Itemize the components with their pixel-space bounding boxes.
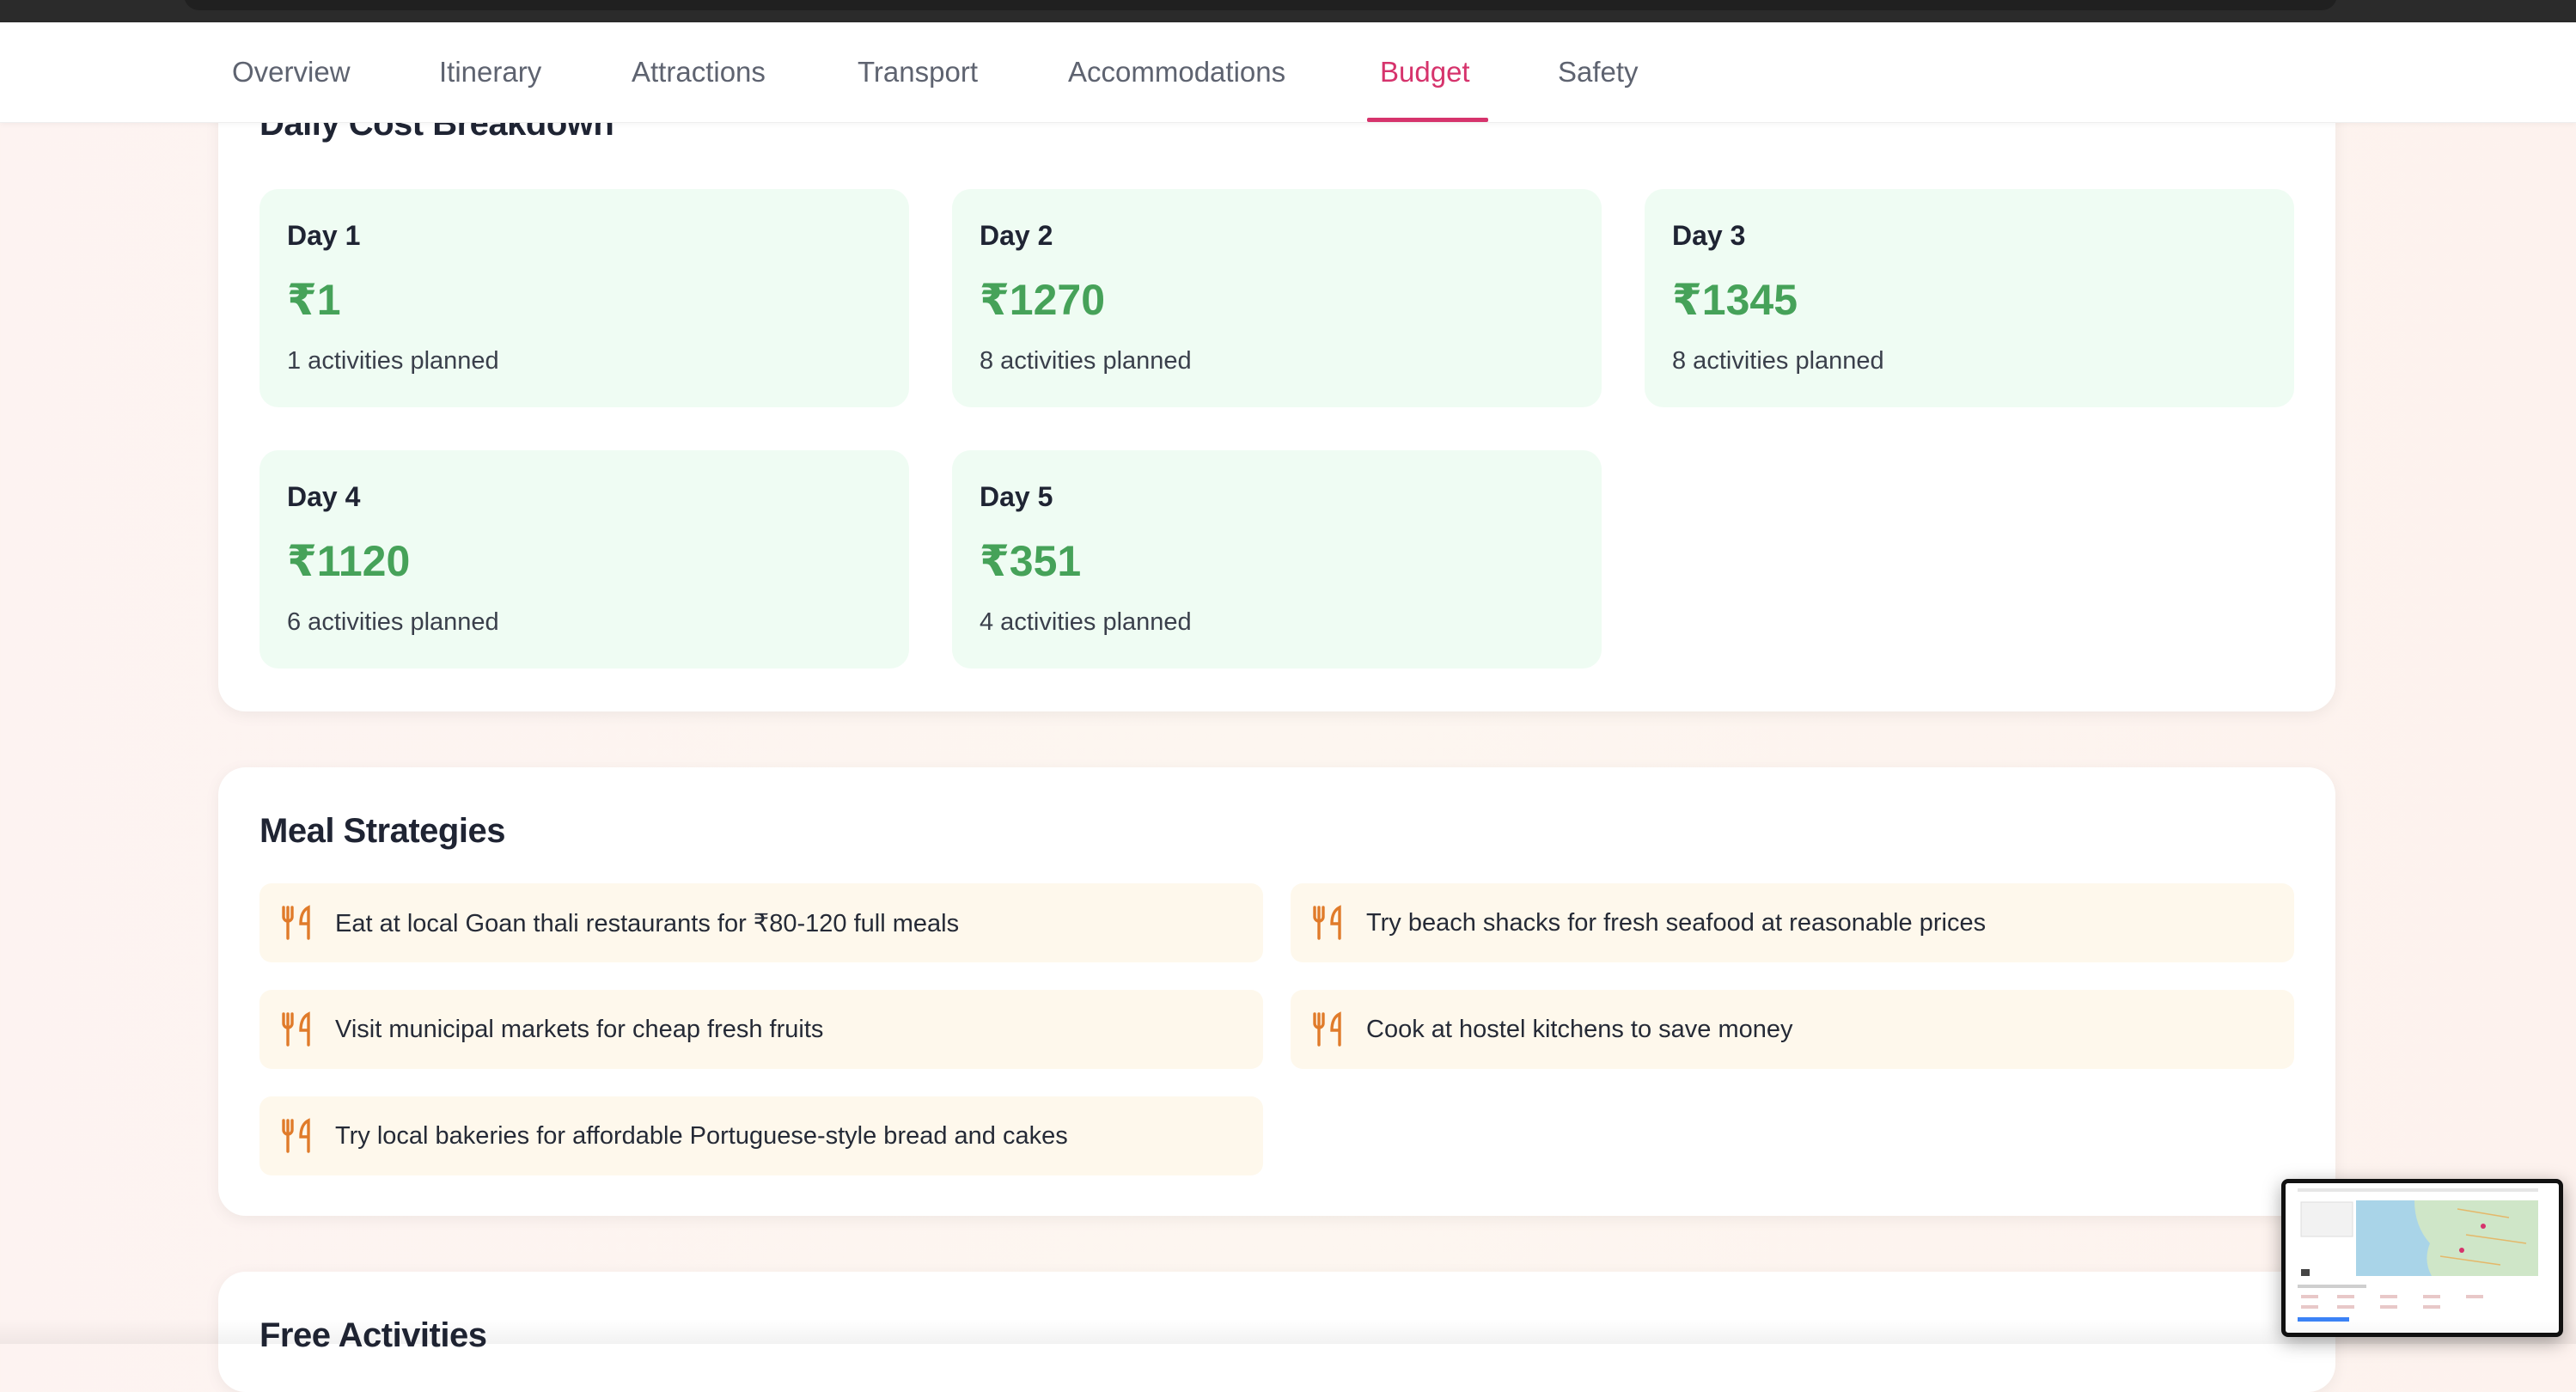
day-amount: ₹1270 xyxy=(980,276,1106,324)
browser-top-bar xyxy=(0,0,2576,22)
meal-strategy-item: Try local bakeries for affordable Portug… xyxy=(259,1096,1263,1175)
day-activity-count: 6 activities planned xyxy=(287,608,499,636)
meal-strategy-text: Try beach shacks for fresh seafood at re… xyxy=(1366,908,1987,937)
day-label: Day 2 xyxy=(980,220,1053,251)
day-card-1: Day 1 ₹1 1 activities planned xyxy=(259,189,909,407)
meal-strategies-title: Meal Strategies xyxy=(259,812,505,850)
meal-strategies-card: Meal Strategies Eat at local Goan thali … xyxy=(218,767,2335,1216)
day-card-4: Day 4 ₹1120 6 activities planned xyxy=(259,450,909,669)
day-label: Day 5 xyxy=(980,481,1053,512)
day-card-3: Day 3 ₹1345 8 activities planned xyxy=(1645,189,2294,407)
day-activity-count: 1 activities planned xyxy=(287,347,499,375)
daily-cost-breakdown-card: Daily Cost Breakdown Day 1 ₹1 1 activiti… xyxy=(218,34,2335,711)
meal-strategy-item: Visit municipal markets for cheap fresh … xyxy=(259,990,1263,1069)
day-label: Day 3 xyxy=(1672,220,1746,251)
day-card-2: Day 2 ₹1270 8 activities planned xyxy=(952,189,1602,407)
day-label: Day 4 xyxy=(287,481,361,512)
screen-preview-thumbnail[interactable] xyxy=(2281,1179,2563,1337)
active-tab-indicator xyxy=(1367,118,1488,122)
browser-top-bar-pill xyxy=(184,0,2337,10)
tab-safety[interactable]: Safety xyxy=(1558,22,1639,122)
meal-strategy-text: Visit municipal markets for cheap fresh … xyxy=(335,1015,824,1043)
tab-budget[interactable]: Budget xyxy=(1380,22,1470,122)
tab-transport[interactable]: Transport xyxy=(858,22,978,122)
section-tab-bar: Overview Itinerary Attractions Transport… xyxy=(0,22,2576,123)
free-activities-card: Free Activities xyxy=(218,1272,2335,1392)
day-card-5: Day 5 ₹351 4 activities planned xyxy=(952,450,1602,669)
day-amount: ₹1120 xyxy=(287,537,411,585)
day-activity-count: 8 activities planned xyxy=(1672,347,1884,375)
day-activity-count: 8 activities planned xyxy=(980,347,1192,375)
tab-itinerary[interactable]: Itinerary xyxy=(439,22,541,122)
tab-attractions[interactable]: Attractions xyxy=(632,22,766,122)
utensils-icon xyxy=(259,990,335,1069)
meal-strategy-text: Try local bakeries for affordable Portug… xyxy=(335,1121,1068,1150)
tab-accommodations[interactable]: Accommodations xyxy=(1068,22,1285,122)
day-amount: ₹1 xyxy=(287,276,341,324)
free-activities-title: Free Activities xyxy=(259,1316,487,1354)
utensils-icon xyxy=(259,1096,335,1175)
day-label: Day 1 xyxy=(287,220,361,251)
meal-strategy-item: Cook at hostel kitchens to save money xyxy=(1291,990,2294,1069)
tab-overview[interactable]: Overview xyxy=(232,22,351,122)
meal-strategy-text: Cook at hostel kitchens to save money xyxy=(1366,1015,1793,1043)
utensils-icon xyxy=(1291,990,1366,1069)
day-amount: ₹1345 xyxy=(1672,276,1798,324)
utensils-icon xyxy=(259,883,335,962)
day-amount: ₹351 xyxy=(980,537,1082,585)
meal-strategy-item: Eat at local Goan thali restaurants for … xyxy=(259,883,1263,962)
day-activity-count: 4 activities planned xyxy=(980,608,1192,636)
preview-map-image xyxy=(2286,1183,2550,1324)
meal-strategy-item: Try beach shacks for fresh seafood at re… xyxy=(1291,883,2294,962)
meal-strategy-text: Eat at local Goan thali restaurants for … xyxy=(335,909,960,937)
utensils-icon xyxy=(1291,883,1366,962)
